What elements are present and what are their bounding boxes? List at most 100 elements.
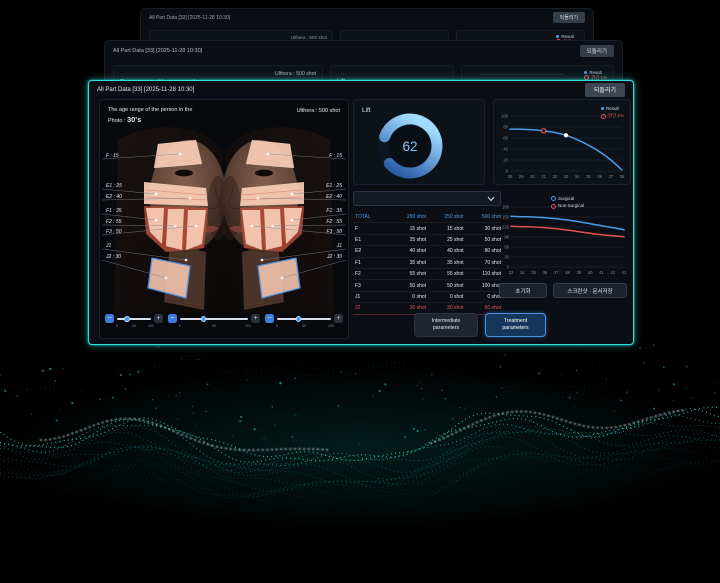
slider-track[interactable]: 050100 xyxy=(277,314,331,323)
photo-age-value: 30's xyxy=(127,115,141,124)
slider-track[interactable]: 050100 xyxy=(180,314,248,323)
svg-text:31: 31 xyxy=(541,174,546,179)
age-range-label: The age range of the person in the Photo… xyxy=(108,106,192,126)
lift-panel: Lift 62 xyxy=(353,99,485,185)
svg-text:34: 34 xyxy=(575,174,580,179)
slider-group-3: − 050100 + xyxy=(265,314,343,334)
decrease-button[interactable]: − xyxy=(168,314,177,323)
table-row: F255 shot55 shot110 shot xyxy=(353,269,501,280)
device-shot-label: Ulthera : 500 shot xyxy=(297,108,340,114)
lift-value: 62 xyxy=(402,139,417,154)
zone-label-F2-right: F2 : 55 xyxy=(326,219,342,225)
zone-label-F: F : 15 xyxy=(106,153,119,159)
svg-text:36: 36 xyxy=(597,174,602,179)
zone-label-J2-right: J2 : 30 xyxy=(327,254,342,260)
particle-wave-background xyxy=(0,330,720,583)
svg-text:80: 80 xyxy=(503,125,508,130)
surgical-chart-legend: Surgical Non-Surgical xyxy=(551,195,584,209)
zone-label-F-right: F : 15 xyxy=(329,153,342,159)
back-button: 되돌리기 xyxy=(553,12,585,23)
zone-label-F2: F2 : 55 xyxy=(106,219,122,225)
table-header-row: TOTAL 250 shot 250 shot 500 shot xyxy=(353,212,501,223)
svg-text:37: 37 xyxy=(608,174,613,179)
svg-text:180: 180 xyxy=(502,205,510,210)
svg-text:28: 28 xyxy=(508,174,513,179)
zone-label-F3: F3 : 50 xyxy=(106,229,122,235)
adjustment-sliders: − 050100 + − 050100 + − xyxy=(105,314,343,334)
nonsurgical-legend-ring xyxy=(551,204,556,209)
right-column: Lift 62 02040608010028293031323334353637… xyxy=(353,99,629,337)
shot-table: TOTAL 250 shot 250 shot 500 shot F15 sho… xyxy=(353,212,501,315)
part-select-dropdown[interactable] xyxy=(353,191,501,206)
increase-button[interactable]: + xyxy=(154,314,163,323)
slider-thumb[interactable] xyxy=(201,316,207,322)
svg-text:29: 29 xyxy=(519,174,524,179)
slider-thumb[interactable] xyxy=(296,316,302,322)
reset-button[interactable]: 초기화 xyxy=(499,283,547,298)
photo-panel: The age range of the person in the Photo… xyxy=(99,99,349,339)
svg-text:43: 43 xyxy=(622,270,627,275)
zone-label-E1: E1 : 25 xyxy=(106,183,122,189)
svg-text:60: 60 xyxy=(503,136,508,141)
svg-text:42: 42 xyxy=(610,270,615,275)
table-row: E240 shot40 shot80 shot xyxy=(353,246,501,257)
zone-label-J1: J1 xyxy=(106,243,111,249)
table-row: J10 shot0 shot0 shot xyxy=(353,292,501,303)
zone-label-E2-right: E2 : 40 xyxy=(326,194,342,200)
zone-label-F3-right: F3 : 50 xyxy=(326,229,342,235)
zone-label-E2: E2 : 40 xyxy=(106,194,122,200)
table-row: F350 shot50 shot100 shot xyxy=(353,280,501,291)
increase-button[interactable]: + xyxy=(251,314,260,323)
svg-text:60: 60 xyxy=(504,245,509,250)
svg-text:41: 41 xyxy=(599,270,604,275)
intermediate-parameters-button[interactable]: Intermediateparameters xyxy=(414,313,478,337)
increase-button[interactable]: + xyxy=(334,314,343,323)
svg-text:20: 20 xyxy=(503,158,508,163)
svg-text:0: 0 xyxy=(507,265,510,270)
lift-gauge: 62 xyxy=(376,112,444,180)
table-row: E125 shot25 shot50 shot xyxy=(353,235,501,246)
treatment-parameters-button[interactable]: Treatmentparameters xyxy=(485,313,546,337)
main-window: All Part Data [33] [2025-11-28 10:30] 되돌… xyxy=(88,80,634,345)
svg-text:0: 0 xyxy=(506,169,509,174)
svg-text:90: 90 xyxy=(504,235,509,240)
svg-text:37: 37 xyxy=(554,270,559,275)
svg-text:33: 33 xyxy=(509,270,514,275)
chevron-down-icon xyxy=(487,196,495,202)
annual-legend-ring xyxy=(601,114,606,119)
face-visualization xyxy=(100,126,348,314)
decrease-button[interactable]: − xyxy=(105,314,114,323)
slider-group-2: − 050100 + xyxy=(168,314,260,334)
decrease-button[interactable]: − xyxy=(265,314,274,323)
window-title: All Part Data [33] [2025-11-28 10:30] xyxy=(97,87,194,93)
app-screen: All Part Data [33] [2025-11-28 10:30] 되돌… xyxy=(0,0,720,583)
svg-text:38: 38 xyxy=(620,174,625,179)
result-chart-legend: Result 연간 1% xyxy=(601,105,624,119)
back-button[interactable]: 되돌리기 xyxy=(585,83,625,97)
result-chart-panel: 0204060801002829303132333435363738 Resul… xyxy=(493,99,631,185)
table-row: F135 shot35 shot70 shot xyxy=(353,258,501,269)
svg-text:32: 32 xyxy=(552,174,557,179)
result-legend-dot xyxy=(584,71,587,74)
svg-text:36: 36 xyxy=(543,270,548,275)
table-row: F15 shot15 shot30 shot xyxy=(353,223,501,234)
svg-text:30: 30 xyxy=(530,174,535,179)
zone-label-J1-right: J1 xyxy=(337,243,342,249)
slider-thumb[interactable] xyxy=(124,316,130,322)
screenshot-save-button[interactable]: 스크린샷 · 문서저장 xyxy=(553,283,627,298)
back-button: 되돌리기 xyxy=(580,45,614,57)
zone-label-E1-right: E1 : 25 xyxy=(326,183,342,189)
svg-text:38: 38 xyxy=(565,270,570,275)
svg-text:35: 35 xyxy=(586,174,591,179)
zone-label-F1-right: F1 : 35 xyxy=(326,208,342,214)
slider-track[interactable]: 050100 xyxy=(117,314,151,323)
svg-text:100: 100 xyxy=(501,114,509,119)
svg-text:30: 30 xyxy=(504,255,509,260)
svg-text:34: 34 xyxy=(520,270,525,275)
result-legend-dot xyxy=(556,35,559,38)
surgical-chart-box: 03060901201501803334353637383940414243 S… xyxy=(495,193,629,279)
slider-group-1: − 050100 + xyxy=(105,314,163,334)
svg-text:150: 150 xyxy=(502,215,510,220)
svg-text:33: 33 xyxy=(564,174,569,179)
surgical-legend-ring xyxy=(551,196,556,201)
